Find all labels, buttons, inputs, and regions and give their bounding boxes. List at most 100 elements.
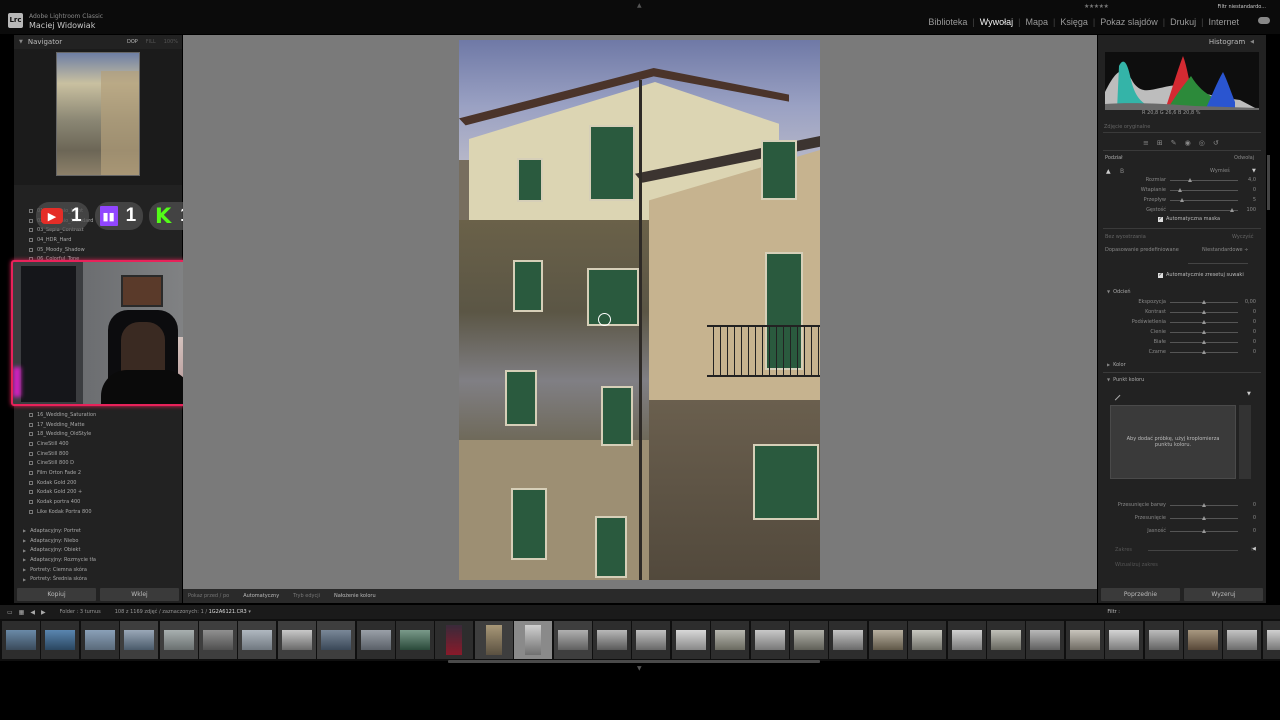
- folder-label[interactable]: Folder : 3 turnus: [60, 609, 101, 615]
- filmstrip-thumbnail[interactable]: [1065, 621, 1104, 659]
- slider-value[interactable]: 0: [1242, 319, 1256, 325]
- crop-icon[interactable]: ⊞: [1157, 139, 1163, 147]
- module-2[interactable]: Mapa: [1021, 17, 1054, 27]
- filmstrip-scrollbar[interactable]: [448, 660, 820, 663]
- module-4[interactable]: Pokaz slajdów: [1095, 17, 1163, 27]
- slider-track[interactable]: [1170, 516, 1238, 520]
- slider-knob[interactable]: [1201, 350, 1206, 354]
- slider-knob[interactable]: [1230, 208, 1235, 212]
- preset-group[interactable]: ▶ Adaptacyjny: Portret: [14, 526, 182, 536]
- slider-value[interactable]: 4,0: [1242, 177, 1256, 183]
- slider-value[interactable]: 0: [1242, 187, 1256, 193]
- slider-knob[interactable]: [1201, 503, 1206, 507]
- second-window-icon[interactable]: ▭: [7, 609, 13, 616]
- filter-dropdown[interactable]: Filtr niestandardo...: [1218, 4, 1266, 10]
- auto-reset-checkbox[interactable]: ✓ Automatycznie zresetuj suwaki: [1158, 272, 1244, 278]
- preset-group[interactable]: ▶ Portrety: Średnia skóra: [14, 574, 182, 584]
- slider-value[interactable]: 0: [1242, 502, 1256, 508]
- color-section-header[interactable]: ▶ Kolor: [1107, 362, 1126, 368]
- slider-knob[interactable]: [1201, 330, 1206, 334]
- filmstrip-thumbnail[interactable]: [908, 621, 947, 659]
- cloud-icon[interactable]: [1258, 17, 1270, 24]
- filmstrip-thumbnail[interactable]: [1105, 621, 1144, 659]
- slider-track[interactable]: [1170, 310, 1238, 314]
- slider-track[interactable]: [1170, 300, 1238, 304]
- original-photo-toggle[interactable]: Zdjęcie oryginalne: [1104, 124, 1150, 130]
- filmstrip-thumbnail[interactable]: [711, 621, 750, 659]
- preset-item[interactable]: Film Orton Fade 2: [14, 468, 182, 478]
- brush-a-icon[interactable]: ▲: [1106, 168, 1111, 175]
- slider-track[interactable]: [1170, 320, 1238, 324]
- top-panel-toggle-icon[interactable]: ▲: [637, 2, 642, 9]
- reset-button[interactable]: Wyzeruj: [1184, 588, 1263, 601]
- histogram[interactable]: [1105, 52, 1259, 110]
- slider-track[interactable]: [1170, 188, 1238, 192]
- slider-value[interactable]: 0: [1242, 329, 1256, 335]
- slider-knob[interactable]: [1201, 516, 1206, 520]
- filmstrip-thumbnail[interactable]: [868, 621, 907, 659]
- filmstrip-thumbnail[interactable]: [593, 621, 631, 659]
- color-overlay-dropdown[interactable]: Nałożenie koloru: [334, 593, 376, 599]
- filmstrip-thumbnail[interactable]: [317, 621, 356, 659]
- filmstrip-thumbnail[interactable]: [199, 621, 237, 659]
- back-arrow-icon[interactable]: ◀: [30, 609, 35, 616]
- eyedropper-icon[interactable]: [1110, 390, 1121, 401]
- filmstrip-thumbnail[interactable]: [277, 621, 316, 659]
- filmstrip-thumbnail[interactable]: [947, 621, 986, 659]
- previous-button[interactable]: Poprzednie: [1101, 588, 1180, 601]
- filmstrip-thumbnail[interactable]: [1184, 621, 1222, 659]
- navigator-thumbnail[interactable]: [56, 52, 140, 176]
- preset-item[interactable]: CineStill 400: [14, 439, 182, 449]
- edited-photo[interactable]: [459, 40, 820, 580]
- history-icon[interactable]: ↺: [1213, 139, 1219, 147]
- preset-group[interactable]: ▶ Adaptacyjny: Niebo: [14, 536, 182, 546]
- filmstrip-thumbnail[interactable]: [238, 621, 277, 659]
- slider-value[interactable]: 0: [1242, 349, 1256, 355]
- preset-group[interactable]: ▶ Adaptacyjny: Rozmycie tła: [14, 555, 182, 565]
- slider-value[interactable]: 0: [1242, 309, 1256, 315]
- filmstrip-thumbnail[interactable]: [1262, 621, 1280, 659]
- filmstrip-thumbnail[interactable]: [356, 621, 395, 659]
- module-5[interactable]: Drukuj: [1165, 17, 1201, 27]
- slider-knob[interactable]: [1201, 320, 1206, 324]
- slider-track[interactable]: [1170, 503, 1238, 507]
- range-slider[interactable]: [1148, 550, 1238, 551]
- slider-value[interactable]: 0: [1242, 515, 1256, 521]
- edit-mode-toggle[interactable]: Tryb edycji: [293, 593, 320, 599]
- filmstrip-thumbnail[interactable]: [987, 621, 1025, 659]
- navigator-header[interactable]: ▼ Navigator DOP FILL 100%: [14, 35, 182, 49]
- slider-value[interactable]: 5: [1242, 197, 1256, 203]
- auto-toggle[interactable]: Automatyczny: [243, 593, 279, 599]
- photo-count[interactable]: 108 z 1169 zdjęć / zaznaczonych: 1 / 1G2…: [115, 609, 251, 615]
- slider-track[interactable]: [1170, 340, 1238, 344]
- amount-slider[interactable]: [1188, 263, 1248, 264]
- copy-button[interactable]: Kopiuj: [17, 588, 96, 601]
- preset-item[interactable]: Kodak portra 400: [14, 497, 182, 507]
- tone-section-header[interactable]: ▼ Odcień: [1107, 289, 1131, 295]
- preset-group[interactable]: ▶ Adaptacyjny: Obiekt: [14, 545, 182, 555]
- slider-track[interactable]: [1170, 208, 1238, 212]
- filmstrip-thumbnail[interactable]: [159, 621, 198, 659]
- paste-button[interactable]: Wklej: [100, 588, 179, 601]
- masking-icon[interactable]: ◎: [1199, 139, 1205, 147]
- brush-mode-dropdown[interactable]: Wymieś: [1210, 168, 1230, 174]
- auto-mask-checkbox[interactable]: ✓ Automatyczna maska: [1158, 216, 1220, 222]
- slider-knob[interactable]: [1201, 310, 1206, 314]
- module-1[interactable]: Wywołaj: [975, 17, 1018, 27]
- image-canvas[interactable]: [183, 35, 1097, 589]
- range-arrow-icon[interactable]: ◀: [1252, 546, 1256, 552]
- edit-sliders-icon[interactable]: ≡: [1143, 139, 1149, 147]
- preset-item[interactable]: Kodak Gold 200: [14, 478, 182, 488]
- filmstrip-thumbnail[interactable]: [514, 621, 553, 659]
- preset-item[interactable]: 04_HDR_Hard: [14, 235, 182, 245]
- visualize-range-checkbox[interactable]: Wizualizuj zakres: [1115, 562, 1158, 568]
- module-3[interactable]: Księga: [1055, 17, 1093, 27]
- rating-filter-stars[interactable]: ★★★★★: [1084, 3, 1109, 10]
- preset-item[interactable]: CineStill 800: [14, 449, 182, 459]
- healing-icon[interactable]: ✎: [1171, 139, 1177, 147]
- filmstrip-thumbnail[interactable]: [829, 621, 868, 659]
- zoom-option[interactable]: DOP: [127, 39, 138, 45]
- slider-value[interactable]: 100: [1242, 207, 1256, 213]
- filmstrip-thumbnail[interactable]: [120, 621, 159, 659]
- slider-value[interactable]: 0: [1242, 339, 1256, 345]
